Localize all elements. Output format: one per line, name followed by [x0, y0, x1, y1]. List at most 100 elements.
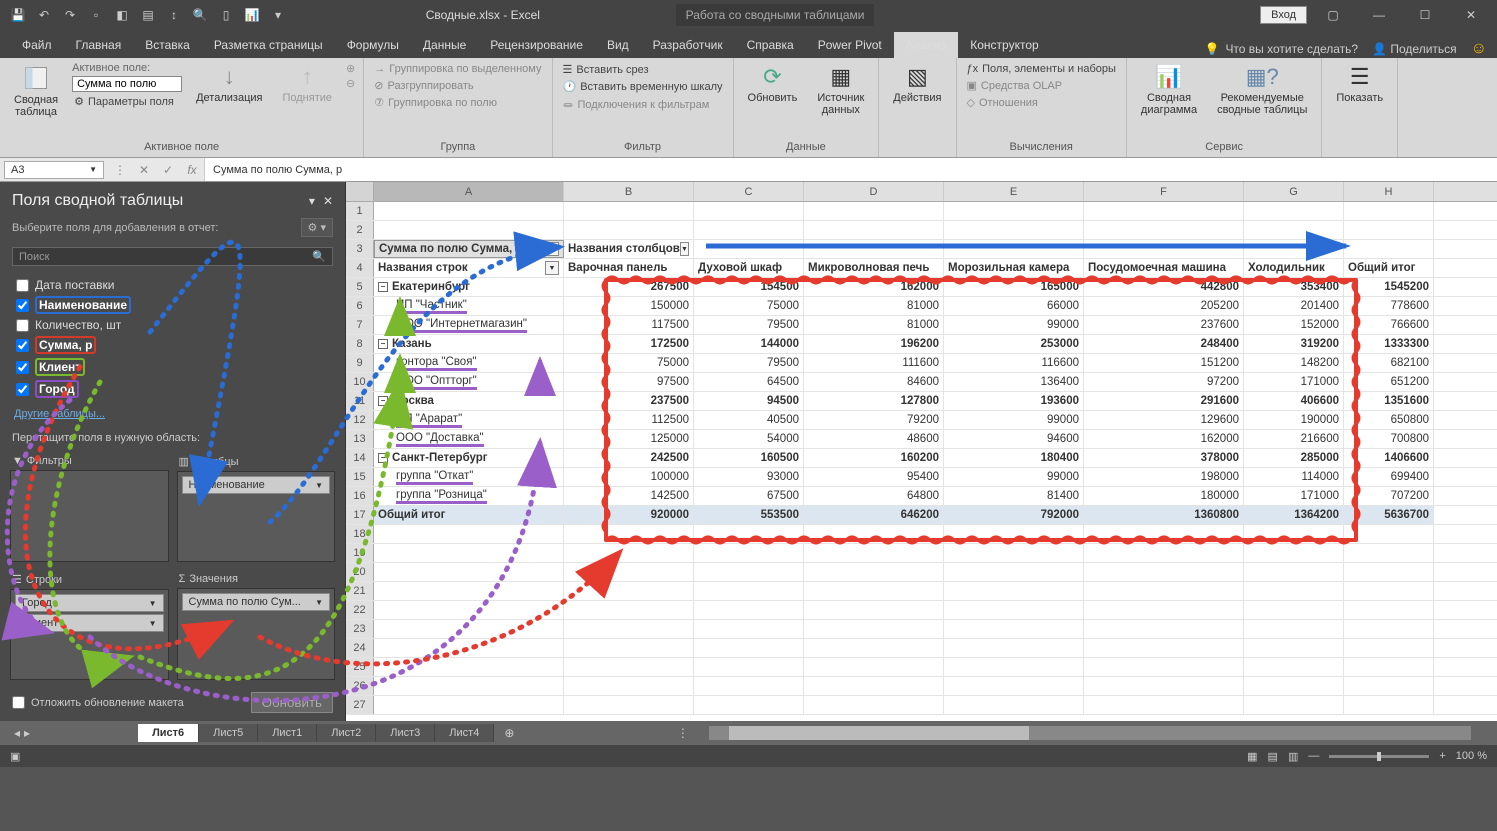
- zoom-out-icon[interactable]: —: [1308, 750, 1319, 762]
- cell[interactable]: [804, 601, 944, 619]
- field-checkbox[interactable]: [16, 361, 29, 374]
- row-header[interactable]: 27: [346, 696, 374, 714]
- cell[interactable]: 180400: [944, 449, 1084, 467]
- cell[interactable]: [804, 639, 944, 657]
- cell[interactable]: [1084, 202, 1244, 220]
- cell[interactable]: 75000: [564, 354, 694, 372]
- minimize-icon[interactable]: —: [1359, 1, 1399, 29]
- cell[interactable]: [694, 221, 804, 239]
- cell[interactable]: 766600: [1344, 316, 1434, 334]
- row-header[interactable]: 15: [346, 468, 374, 486]
- cell[interactable]: [374, 582, 564, 600]
- tab-powerpivot[interactable]: Power Pivot: [806, 32, 894, 58]
- cell[interactable]: 5636700: [1344, 506, 1434, 524]
- cell[interactable]: [694, 658, 804, 676]
- col-header[interactable]: E: [944, 182, 1084, 201]
- row-header[interactable]: 4: [346, 259, 374, 277]
- cell[interactable]: 171000: [1244, 373, 1344, 391]
- cell[interactable]: 48600: [804, 430, 944, 448]
- cell[interactable]: [1244, 639, 1344, 657]
- cell[interactable]: 150000: [564, 297, 694, 315]
- cell[interactable]: [944, 544, 1084, 562]
- normal-view-icon[interactable]: ▦: [1247, 750, 1257, 763]
- save-icon[interactable]: 💾: [6, 3, 30, 27]
- cell[interactable]: [1244, 677, 1344, 695]
- cell[interactable]: 151200: [1084, 354, 1244, 372]
- cell[interactable]: [694, 601, 804, 619]
- cell[interactable]: 154500: [694, 278, 804, 296]
- cell[interactable]: [944, 658, 1084, 676]
- chevron-down-icon[interactable]: ▼: [315, 481, 323, 490]
- cell[interactable]: 205200: [1084, 297, 1244, 315]
- cell[interactable]: 54000: [694, 430, 804, 448]
- cell[interactable]: [944, 563, 1084, 581]
- update-button[interactable]: Обновить: [251, 692, 333, 713]
- group-selection-button[interactable]: →Группировка по выделенному: [372, 62, 543, 76]
- cell[interactable]: 682100: [1344, 354, 1434, 372]
- row-header[interactable]: 8: [346, 335, 374, 353]
- cell[interactable]: 100000: [564, 468, 694, 486]
- redo-icon[interactable]: ↷: [58, 3, 82, 27]
- cell[interactable]: [1084, 240, 1244, 258]
- sheet-tab[interactable]: Лист2: [317, 724, 376, 742]
- row-header[interactable]: 7: [346, 316, 374, 334]
- cell[interactable]: Общий итог: [1344, 259, 1434, 277]
- cell[interactable]: 99000: [944, 468, 1084, 486]
- row-header[interactable]: 24: [346, 639, 374, 657]
- cell[interactable]: [804, 563, 944, 581]
- cell[interactable]: [1084, 696, 1244, 714]
- insert-timeline-button[interactable]: 🕐Вставить временную шкалу: [561, 79, 725, 94]
- row-header[interactable]: 17: [346, 506, 374, 524]
- area-item[interactable]: Сумма по полю Сум...▼: [182, 593, 331, 611]
- cell[interactable]: 160500: [694, 449, 804, 467]
- cell[interactable]: [564, 202, 694, 220]
- cell[interactable]: 1406600: [1344, 449, 1434, 467]
- cell[interactable]: 152000: [1244, 316, 1344, 334]
- worksheet-grid[interactable]: A B C D E F G H 123Сумма по полю Сумма, …: [346, 182, 1497, 721]
- select-all-corner[interactable]: [346, 182, 374, 201]
- cell[interactable]: 442800: [1084, 278, 1244, 296]
- col-header[interactable]: D: [804, 182, 944, 201]
- field-item[interactable]: Город: [12, 378, 333, 400]
- cell[interactable]: 248400: [1084, 335, 1244, 353]
- cell[interactable]: 201400: [1244, 297, 1344, 315]
- qa-icon[interactable]: ▯: [214, 3, 238, 27]
- zoom-slider[interactable]: [1329, 755, 1429, 758]
- cell[interactable]: 142500: [564, 487, 694, 505]
- cell[interactable]: 99000: [944, 411, 1084, 429]
- cell[interactable]: [564, 639, 694, 657]
- cell[interactable]: [1344, 582, 1434, 600]
- cell[interactable]: 650800: [1344, 411, 1434, 429]
- cell[interactable]: [1084, 620, 1244, 638]
- columns-area[interactable]: Наименование▼: [177, 471, 336, 562]
- cell[interactable]: [374, 696, 564, 714]
- group-field-button[interactable]: ⑦Группировка по полю: [372, 95, 543, 110]
- recommended-pivot-button[interactable]: ▦?Рекомендуемые сводные таблицы: [1211, 62, 1313, 118]
- cell[interactable]: 127800: [804, 392, 944, 410]
- cell[interactable]: [1084, 677, 1244, 695]
- cell[interactable]: 216600: [1244, 430, 1344, 448]
- ribbon-options-icon[interactable]: ▢: [1313, 1, 1353, 29]
- login-button[interactable]: Вход: [1260, 6, 1307, 24]
- collapse-icon[interactable]: ⊖: [346, 77, 355, 90]
- col-header[interactable]: A: [374, 182, 564, 201]
- cell[interactable]: 136400: [944, 373, 1084, 391]
- field-checkbox[interactable]: [16, 299, 29, 312]
- col-header[interactable]: F: [1084, 182, 1244, 201]
- cell[interactable]: [1244, 525, 1344, 543]
- cell[interactable]: [1344, 221, 1434, 239]
- cell[interactable]: 94600: [944, 430, 1084, 448]
- cell[interactable]: 64800: [804, 487, 944, 505]
- row-header[interactable]: 12: [346, 411, 374, 429]
- cell[interactable]: [1244, 696, 1344, 714]
- drill-down-button[interactable]: ↓ Детализация: [190, 62, 268, 106]
- cell[interactable]: [1244, 563, 1344, 581]
- cell[interactable]: 160200: [804, 449, 944, 467]
- cell[interactable]: [374, 525, 564, 543]
- tab-review[interactable]: Рецензирование: [478, 32, 595, 58]
- h-scrollbar[interactable]: [709, 726, 1471, 740]
- cell[interactable]: 651200: [1344, 373, 1434, 391]
- cell[interactable]: [564, 620, 694, 638]
- cell[interactable]: −Санкт-Петербург: [374, 449, 564, 467]
- tab-file[interactable]: Файл: [10, 32, 64, 58]
